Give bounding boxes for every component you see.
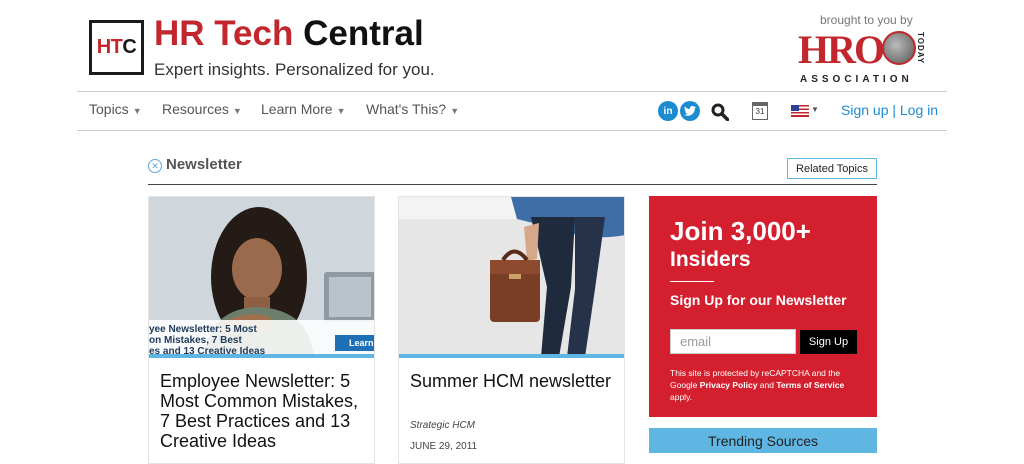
privacy-policy-link[interactable]: Privacy Policy	[700, 380, 758, 390]
nav-whats-this-label: What's This?	[366, 101, 447, 117]
signup-login-link[interactable]: Sign up | Log in	[841, 102, 938, 118]
article-source[interactable]: Strategic HCM	[410, 420, 475, 431]
recaptcha-notice-and: and	[757, 380, 777, 390]
article-date: JUNE 29, 2011	[410, 441, 478, 452]
htc-logo[interactable]: HTC	[89, 20, 144, 75]
twitter-icon[interactable]	[680, 101, 700, 121]
card-accent-bar	[149, 354, 374, 358]
caret-down-icon: ▼	[132, 106, 142, 116]
signup-heading: Join 3,000+	[670, 216, 811, 247]
site-title-red: HR Tech	[154, 14, 294, 53]
thumbnail-learn-button[interactable]: Learn	[335, 335, 374, 351]
related-topics-button[interactable]: Related Topics	[787, 158, 877, 179]
article-title[interactable]: Summer HCM newsletter	[410, 371, 615, 391]
close-circle-icon[interactable]: ✕	[148, 159, 162, 173]
nav-topics-label: Topics	[89, 101, 129, 117]
article-card[interactable]: Summer HCM newsletter Strategic HCM JUNE…	[398, 196, 625, 464]
us-flag-icon[interactable]	[791, 105, 809, 117]
logo-text-c: C	[122, 36, 137, 58]
logo-text-ht: HT	[96, 36, 123, 58]
thumbnail-overlay-text: yee Newsletter: 5 Most on Mistakes, 7 Be…	[149, 324, 266, 357]
site-title-dark: Central	[303, 14, 424, 53]
email-field[interactable]: email	[670, 329, 796, 354]
nav-topics[interactable]: Topics ▼	[89, 101, 142, 117]
caret-down-icon: ▼	[450, 106, 460, 116]
hro-today-text: TODAY	[916, 32, 925, 65]
signup-subheading: Sign Up for our Newsletter	[670, 292, 847, 308]
article-title[interactable]: Employee Newsletter: 5 Most Common Mista…	[160, 371, 365, 451]
calendar-icon[interactable]: 31	[752, 102, 768, 120]
recaptcha-notice: This site is protected by reCAPTCHA and …	[670, 367, 865, 403]
article-thumbnail[interactable]	[399, 197, 624, 357]
terms-of-service-link[interactable]: Terms of Service	[776, 380, 844, 390]
section-title: Newsletter	[166, 156, 242, 173]
hro-association-text: ASSOCIATION	[800, 74, 913, 85]
nav-resources[interactable]: Resources ▼	[162, 101, 242, 117]
trending-sources-header: Trending Sources	[649, 428, 877, 453]
hro-today-logo[interactable]: HRO TODAY ASSOCIATION	[798, 28, 926, 88]
signup-heading-prefix: Join	[670, 216, 724, 246]
nav-resources-label: Resources	[162, 101, 229, 117]
nav-top-divider	[77, 91, 947, 92]
nav-whats-this[interactable]: What's This? ▼	[366, 101, 459, 117]
globe-icon	[882, 31, 916, 65]
caret-down-icon: ▼	[232, 106, 242, 116]
twitter-bird-icon	[684, 106, 696, 116]
sign-up-button[interactable]: Sign Up	[800, 330, 857, 354]
site-tagline: Expert insights. Personalized for you.	[154, 60, 435, 79]
signup-divider	[670, 281, 714, 282]
language-caret-icon[interactable]: ▼	[811, 105, 819, 114]
businessman-briefcase-image	[399, 197, 624, 357]
nav-learn-more-label: Learn More	[261, 101, 333, 117]
recaptcha-notice-apply: apply.	[670, 392, 693, 402]
signup-heading-number: 3,000+	[730, 216, 811, 246]
signup-heading-line2: Insiders	[670, 248, 751, 271]
nav-bottom-divider	[77, 130, 947, 131]
site-title[interactable]: HR Tech Central	[154, 14, 424, 54]
caret-down-icon: ▼	[336, 106, 346, 116]
sponsor-caption: brought to you by	[820, 13, 913, 27]
section-divider	[148, 184, 877, 185]
article-card[interactable]: yee Newsletter: 5 Most on Mistakes, 7 Be…	[148, 196, 375, 464]
nav-learn-more[interactable]: Learn More ▼	[261, 101, 346, 117]
linkedin-icon[interactable]: in	[658, 101, 678, 121]
hro-logo-letters: HRO	[798, 27, 885, 72]
article-thumbnail[interactable]: yee Newsletter: 5 Most on Mistakes, 7 Be…	[149, 197, 374, 357]
search-icon[interactable]	[711, 103, 730, 122]
newsletter-signup-panel: Join 3,000+ Insiders Sign Up for our New…	[649, 196, 877, 417]
card-accent-bar	[399, 354, 624, 358]
